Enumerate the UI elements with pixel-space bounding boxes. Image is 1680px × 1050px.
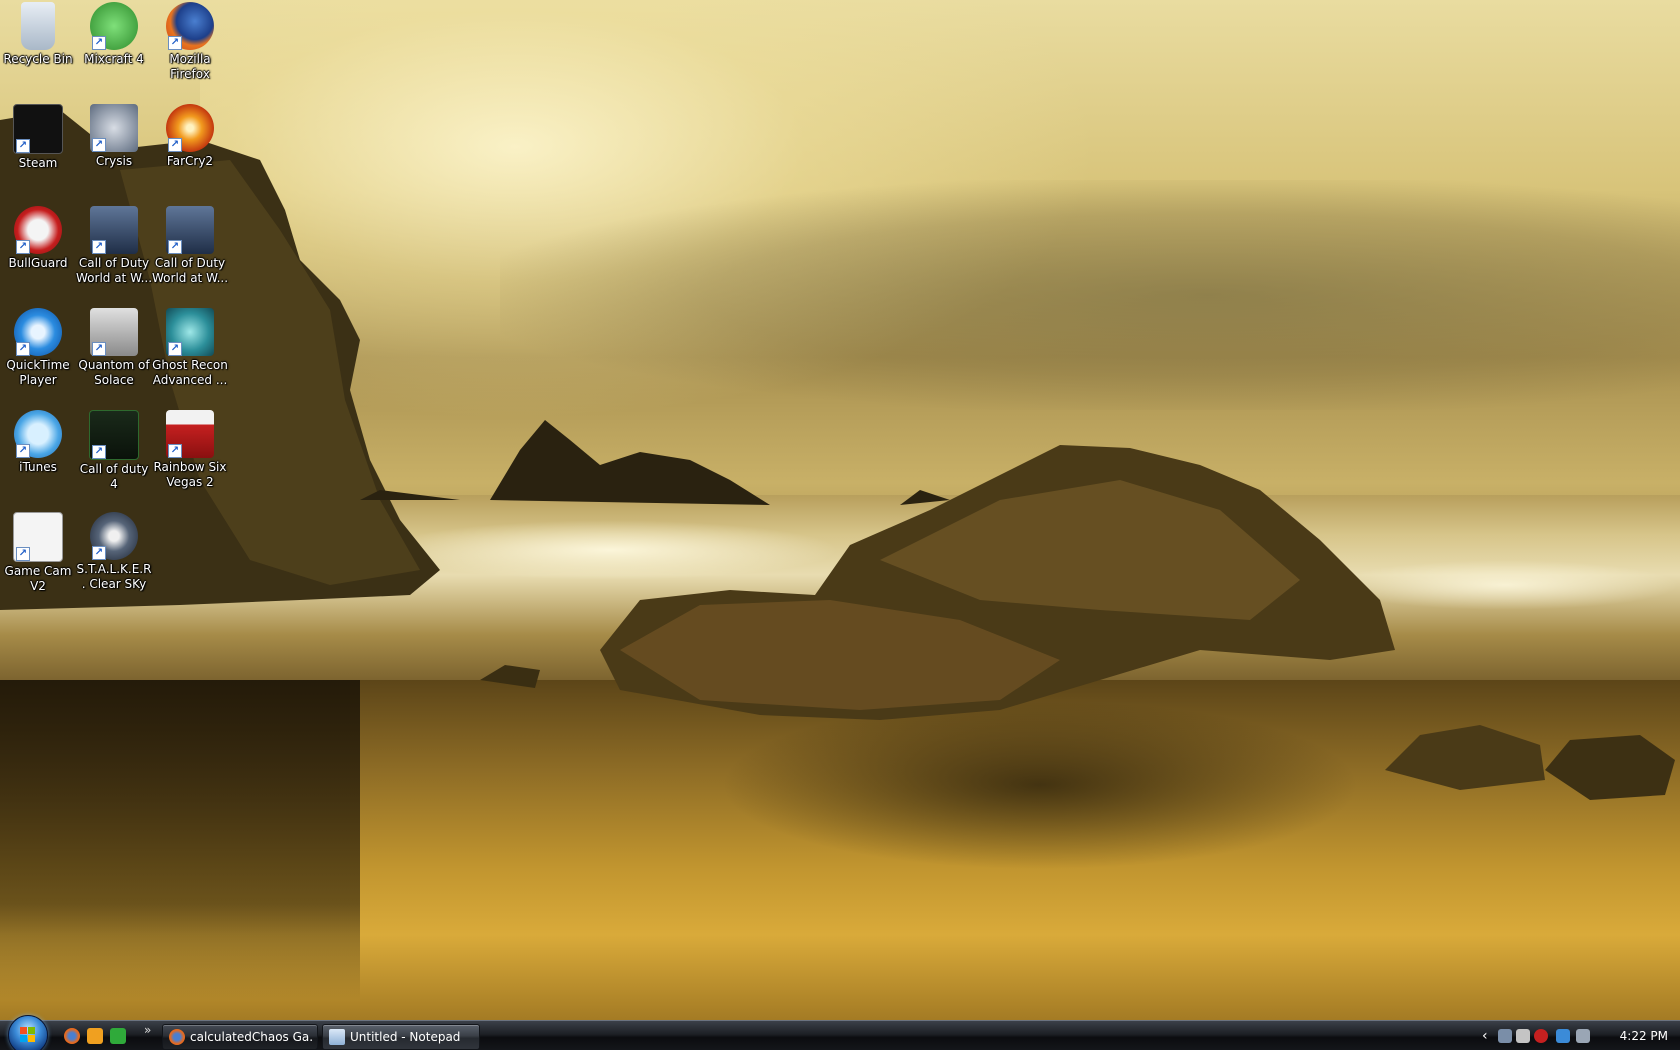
icon-label: Call of Duty World at W... <box>152 256 229 285</box>
taskbar: » calculatedChaos Ga... Untitled - Notep… <box>0 1015 1680 1050</box>
desktop-icon-gamecam[interactable]: ↗ Game Cam V2 <box>0 512 76 594</box>
desktop-icon-mixcraft[interactable]: ↗ Mixcraft 4 <box>76 2 152 67</box>
shortcut-arrow-icon: ↗ <box>92 342 106 356</box>
quick-launch-app-green-icon[interactable] <box>110 1028 126 1044</box>
icon-label: FarCry2 <box>166 154 214 168</box>
farcry2-icon: ↗ <box>166 104 214 152</box>
rainbow-six-vegas-icon: ↗ <box>166 410 214 458</box>
icon-label: Recycle Bin <box>3 52 73 66</box>
shortcut-arrow-icon: ↗ <box>16 240 30 254</box>
shortcut-arrow-icon: ↗ <box>168 138 182 152</box>
call-of-duty-4-icon: ↗ <box>89 410 139 460</box>
icon-label: Quantom of Solace <box>78 358 150 387</box>
shortcut-arrow-icon: ↗ <box>168 342 182 356</box>
icon-label: Mixcraft 4 <box>84 52 144 66</box>
steam-tray-icon[interactable] <box>1498 1029 1512 1043</box>
call-of-duty-waw-icon: ↗ <box>166 206 214 254</box>
recycle-bin-icon <box>21 2 55 50</box>
shortcut-arrow-icon: ↗ <box>16 342 30 356</box>
desktop-icon-crysis[interactable]: ↗ Crysis <box>76 104 152 169</box>
stalker-icon: ↗ <box>90 512 138 560</box>
ghost-recon-icon: ↗ <box>166 308 214 356</box>
system-tray: ‹ 4:22 PM <box>1480 1021 1680 1050</box>
game-cam-icon: ↗ <box>13 512 63 562</box>
itunes-icon: ↗ <box>14 410 62 458</box>
desktop-icon-firefox[interactable]: ↗ Mozilla Firefox <box>152 2 228 82</box>
firefox-icon: ↗ <box>166 2 214 50</box>
network-status-icon[interactable] <box>1556 1029 1570 1043</box>
icon-label: S.T.A.L.K.E.R. Clear SKy <box>76 562 152 591</box>
icon-label: Call of Duty World at W... <box>76 256 153 285</box>
desktop-icon-quantum[interactable]: ↗ Quantom of Solace <box>76 308 152 388</box>
clock[interactable]: 4:22 PM <box>1620 1021 1668 1050</box>
desktop-icon-stalker[interactable]: ↗ S.T.A.L.K.E.R. Clear SKy <box>76 512 152 592</box>
shortcut-arrow-icon: ↗ <box>168 444 182 458</box>
mixcraft-icon: ↗ <box>90 2 138 50</box>
shortcut-arrow-icon: ↗ <box>92 138 106 152</box>
icon-label: Crysis <box>95 154 133 168</box>
quick-launch-media-player-icon[interactable] <box>87 1028 103 1044</box>
shortcut-arrow-icon: ↗ <box>16 444 30 458</box>
start-button[interactable] <box>8 1015 48 1050</box>
icon-label: Steam <box>18 156 58 170</box>
bullguard-icon: ↗ <box>14 206 62 254</box>
shortcut-arrow-icon: ↗ <box>92 36 106 50</box>
shortcut-arrow-icon: ↗ <box>92 240 106 254</box>
firefox-icon <box>169 1029 185 1045</box>
quick-launch-firefox-icon[interactable] <box>64 1028 80 1044</box>
steam-icon: ↗ <box>13 104 63 154</box>
crysis-icon: ↗ <box>90 104 138 152</box>
icon-label: QuickTime Player <box>6 358 70 387</box>
icon-label: Rainbow Six Vegas 2 <box>153 460 227 489</box>
shortcut-arrow-icon: ↗ <box>92 445 106 459</box>
call-of-duty-waw-icon: ↗ <box>90 206 138 254</box>
network-tray-icon[interactable] <box>1516 1029 1530 1043</box>
show-hidden-icons-button[interactable]: ‹ <box>1482 1021 1488 1050</box>
icon-label: Call of duty 4 <box>79 462 149 491</box>
desktop-icon-bullguard[interactable]: ↗ BullGuard <box>0 206 76 271</box>
desktop-icon-vegas2[interactable]: ↗ Rainbow Six Vegas 2 <box>152 410 228 490</box>
desktop-icon-itunes[interactable]: ↗ iTunes <box>0 410 76 475</box>
wallpaper-rocks <box>0 110 1675 800</box>
quantum-of-solace-icon: ↗ <box>90 308 138 356</box>
shortcut-arrow-icon: ↗ <box>16 547 30 561</box>
desktop-icon-cod-waw-2[interactable]: ↗ Call of Duty World at W... <box>152 206 228 286</box>
icon-label: Ghost Recon Advanced ... <box>152 358 228 387</box>
icon-label: iTunes <box>19 460 57 474</box>
shortcut-arrow-icon: ↗ <box>16 139 30 153</box>
desktop-icon-recycle-bin[interactable]: Recycle Bin <box>0 2 76 67</box>
quick-launch-overflow-icon[interactable]: » <box>144 1023 151 1037</box>
desktop-icon-cod-waw-1[interactable]: ↗ Call of Duty World at W... <box>76 206 152 286</box>
volume-icon[interactable] <box>1576 1029 1590 1043</box>
taskbar-button-notepad[interactable]: Untitled - Notepad <box>322 1024 480 1050</box>
icon-label: Mozilla Firefox <box>169 52 211 81</box>
desktop-icon-steam[interactable]: ↗ Steam <box>0 104 76 171</box>
desktop-icon-farcry2[interactable]: ↗ FarCry2 <box>152 104 228 169</box>
quicktime-icon: ↗ <box>14 308 62 356</box>
bullguard-tray-icon[interactable] <box>1534 1029 1548 1043</box>
taskbar-button-firefox[interactable]: calculatedChaos Ga... <box>162 1024 318 1050</box>
notepad-icon <box>329 1029 345 1045</box>
shortcut-arrow-icon: ↗ <box>168 240 182 254</box>
icon-label: BullGuard <box>8 256 68 270</box>
desktop-icon-ghost-recon[interactable]: ↗ Ghost Recon Advanced ... <box>152 308 228 388</box>
desktop-icon-quicktime[interactable]: ↗ QuickTime Player <box>0 308 76 388</box>
desktop-icon-cod4[interactable]: ↗ Call of duty 4 <box>76 410 152 492</box>
shortcut-arrow-icon: ↗ <box>92 546 106 560</box>
windows-logo-icon <box>20 1027 36 1043</box>
icon-label: Game Cam V2 <box>4 564 72 593</box>
desktop[interactable]: Recycle Bin ↗ Mixcraft 4 ↗ Mozilla Firef… <box>0 0 1680 1050</box>
taskbar-button-label: Untitled - Notepad <box>350 1030 461 1044</box>
taskbar-button-label: calculatedChaos Ga... <box>190 1030 313 1044</box>
shortcut-arrow-icon: ↗ <box>168 36 182 50</box>
